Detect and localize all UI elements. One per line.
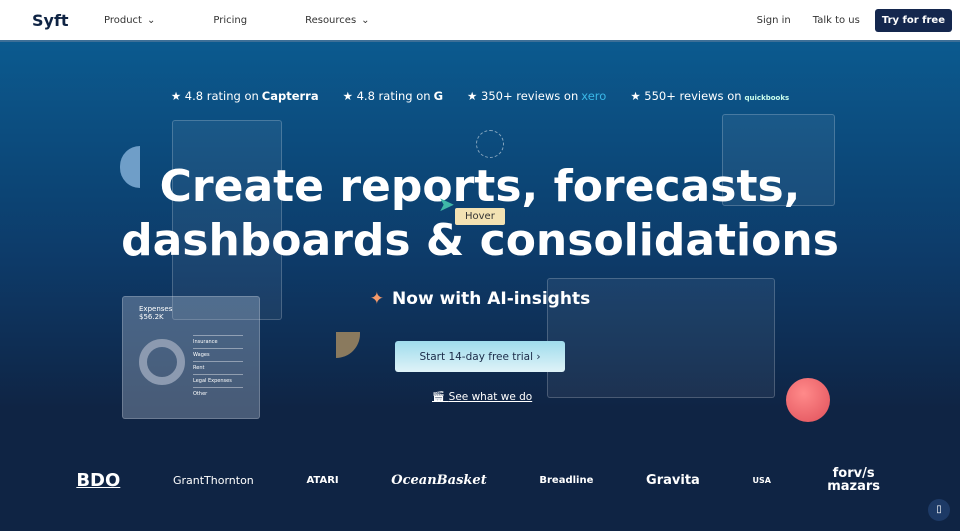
star-icon: ★ [630, 89, 641, 103]
chat-icon[interactable]: ▯ [928, 499, 950, 521]
hover-tooltip: Hover [455, 208, 505, 225]
nav-product[interactable]: Product ⌄ [104, 15, 155, 26]
logo-atari: ATARI [306, 474, 339, 486]
nav-resources[interactable]: Resources ⌄ [305, 15, 369, 26]
rating-xero: ★ 350+ reviews on xero [467, 89, 607, 103]
try-for-free-button[interactable]: Try for free [874, 8, 952, 32]
hero: ★ 4.8 rating on Capterra ★ 4.8 rating on G… [0, 42, 960, 531]
rating-capterra: ★ 4.8 rating on Capterra [170, 89, 319, 103]
star-icon: ★ [342, 89, 353, 103]
decorative-shape [336, 332, 360, 358]
sparkle-icon: ✦ [369, 289, 385, 309]
logo-usa: USA [752, 475, 771, 485]
cursor-icon: ➤ [438, 192, 455, 216]
logo-breadline: Breadline [539, 474, 594, 486]
chevron-down-icon: ⌄ [361, 14, 370, 26]
expenses-card: Expenses $56.2K Insurance Wages Rent Leg… [122, 296, 260, 419]
logo-gravita: Gravita [646, 472, 700, 488]
clapper-icon: 🎬︎ [432, 391, 449, 403]
logo-ocean-basket: OceanBasket [391, 472, 487, 488]
decorative-circle [476, 130, 504, 158]
nav-pricing[interactable]: Pricing [213, 15, 247, 26]
see-what-we-do-link[interactable]: 🎬︎ See what we do [432, 390, 532, 403]
talk-to-us-link[interactable]: Talk to us [813, 15, 860, 26]
logo-grant-thornton: GrantThornton [172, 473, 254, 487]
customer-logos: BDO GrantThornton ATARI OceanBasket Brea… [0, 467, 960, 493]
rating-g2: ★ 4.8 rating on G [342, 89, 444, 103]
decorative-ball [786, 378, 830, 422]
expenses-legend: Insurance Wages Rent Legal Expenses Othe… [193, 335, 243, 400]
logo-bdo: BDO [76, 469, 121, 491]
rating-quickbooks: ★ 550+ reviews on quickbooks [630, 89, 790, 103]
ai-insights-heading: ✦ Now with AI-insights [369, 289, 591, 309]
top-nav: Syft Product ⌄ Pricing Resources ⌄ Sign in… [0, 0, 960, 42]
ratings-bar: ★ 4.8 rating on Capterra ★ 4.8 rating on G… [0, 89, 960, 103]
donut-chart [139, 339, 185, 385]
logo-forvis-mazars: forv/s mazars [827, 466, 881, 494]
sign-in-link[interactable]: Sign in [757, 15, 791, 26]
syft-logo[interactable]: Syft [32, 11, 104, 30]
star-icon: ★ [170, 89, 182, 103]
star-icon: ★ [467, 89, 478, 103]
chevron-down-icon: ⌄ [146, 14, 156, 26]
start-trial-button[interactable]: Start 14-day free trial › [395, 341, 565, 372]
